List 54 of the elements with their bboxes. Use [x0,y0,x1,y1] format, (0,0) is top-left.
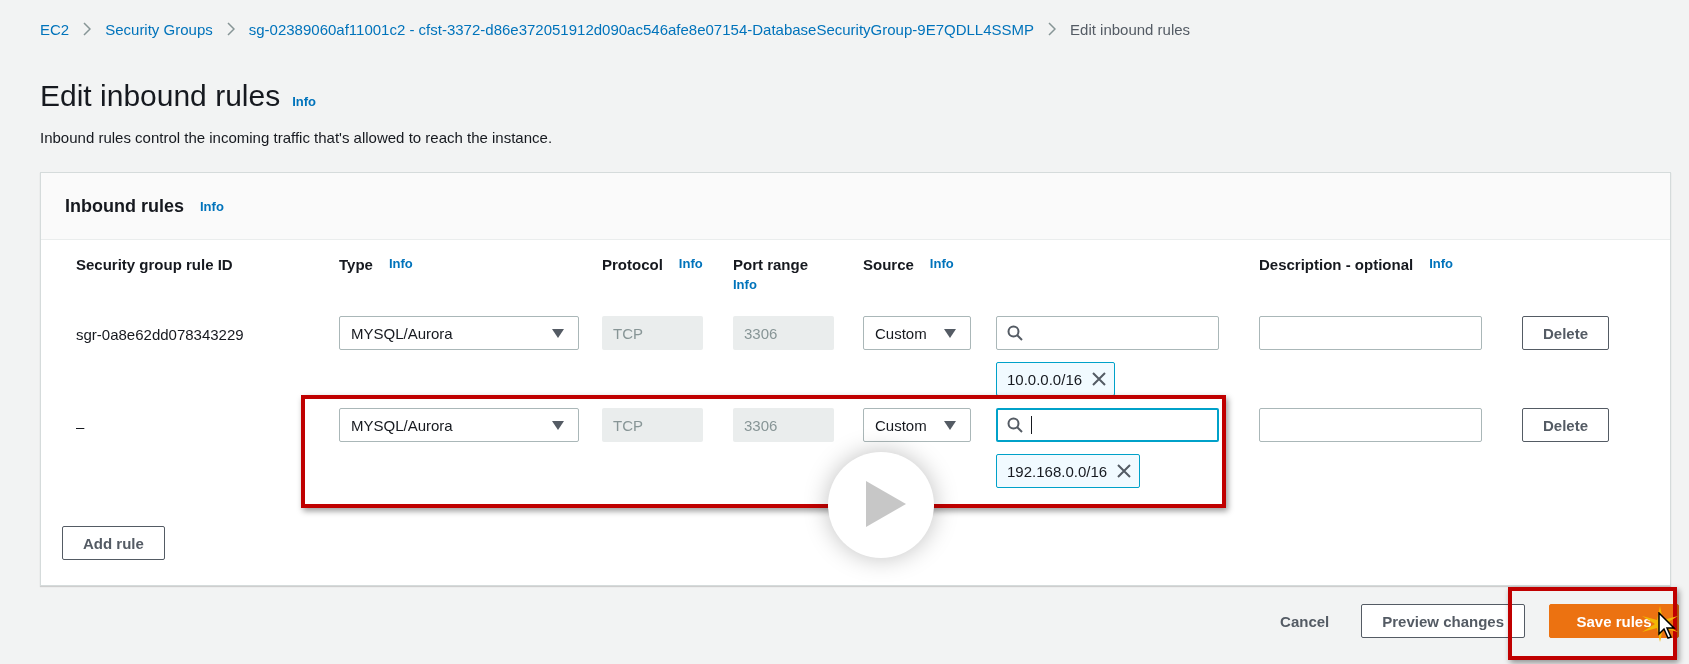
type-select[interactable]: MYSQL/Aurora [339,408,579,442]
info-link[interactable]: Info [388,256,413,273]
column-header: Description - optional [1259,256,1414,273]
search-icon [1007,325,1023,341]
description-field[interactable] [1259,316,1482,350]
info-link[interactable]: Info [733,277,757,292]
panel-title: Inbound rules [65,195,184,217]
source-search-field[interactable] [996,316,1219,350]
column-header: Security group rule ID [76,256,233,273]
description-field[interactable] [1259,408,1482,442]
chevron-icon [226,22,235,36]
column-header: Port range [733,256,808,273]
info-link[interactable]: Info [678,256,703,273]
close-icon[interactable] [1117,464,1132,478]
breadcrumb-link[interactable]: EC2 [40,20,70,38]
source-search-field[interactable] [996,408,1219,442]
delete-button[interactable]: Delete [1522,316,1610,350]
source-select[interactable]: Custom [863,408,971,442]
column-header: Type [339,256,373,273]
rule-id: – [76,417,85,435]
chevron-icon [83,22,92,36]
delete-button[interactable]: Delete [1522,408,1610,442]
port-range-field: 3306 [733,408,834,442]
cursor-icon [1658,612,1676,640]
breadcrumb-current: Edit inbound rules [1070,20,1191,38]
column-header: Source [863,256,914,273]
preview-button[interactable]: Preview changes [1361,604,1525,638]
page-title: Edit inbound rules [40,79,281,113]
close-icon[interactable] [1092,372,1107,386]
token-label: 192.168.0.0/16 [1007,462,1108,480]
token-label: 10.0.0.0/16 [1007,370,1083,388]
caret-icon [944,420,956,430]
rule-id: sgr-0a8e62dd078343229 [76,325,244,343]
play-icon [866,480,906,527]
cancel-button[interactable]: Cancel [1272,612,1338,630]
column-header: Protocol [602,256,663,273]
info-link[interactable]: Info [929,256,954,273]
protocol-field: TCP [602,316,703,350]
info-link[interactable]: Info [200,198,224,214]
breadcrumb-link[interactable]: sg-02389060af11001c2 - cfst-3372-d86e372051912d090ac546afe8e07154-DatabaseSecurityGroup-9E7QDLL4SSMP [248,20,1035,38]
chevron-icon [1048,22,1057,36]
breadcrumb-link[interactable]: Security Groups [105,20,213,38]
page-description: Inbound rules control the incoming traffic that's allowed to reach the instance. [39,128,554,146]
caret-icon [944,328,956,338]
search-icon [1007,417,1023,433]
type-select[interactable]: MYSQL/Aurora [339,316,579,350]
protocol-field: TCP [602,408,703,442]
caret-icon [552,328,564,338]
add-rule-button[interactable]: Add rule [62,526,165,560]
info-link[interactable]: Info [1429,256,1453,273]
info-link[interactable]: Info [292,94,316,109]
caret-icon [552,420,564,430]
port-range-field: 3306 [733,316,834,350]
source-select[interactable]: Custom [863,316,971,350]
